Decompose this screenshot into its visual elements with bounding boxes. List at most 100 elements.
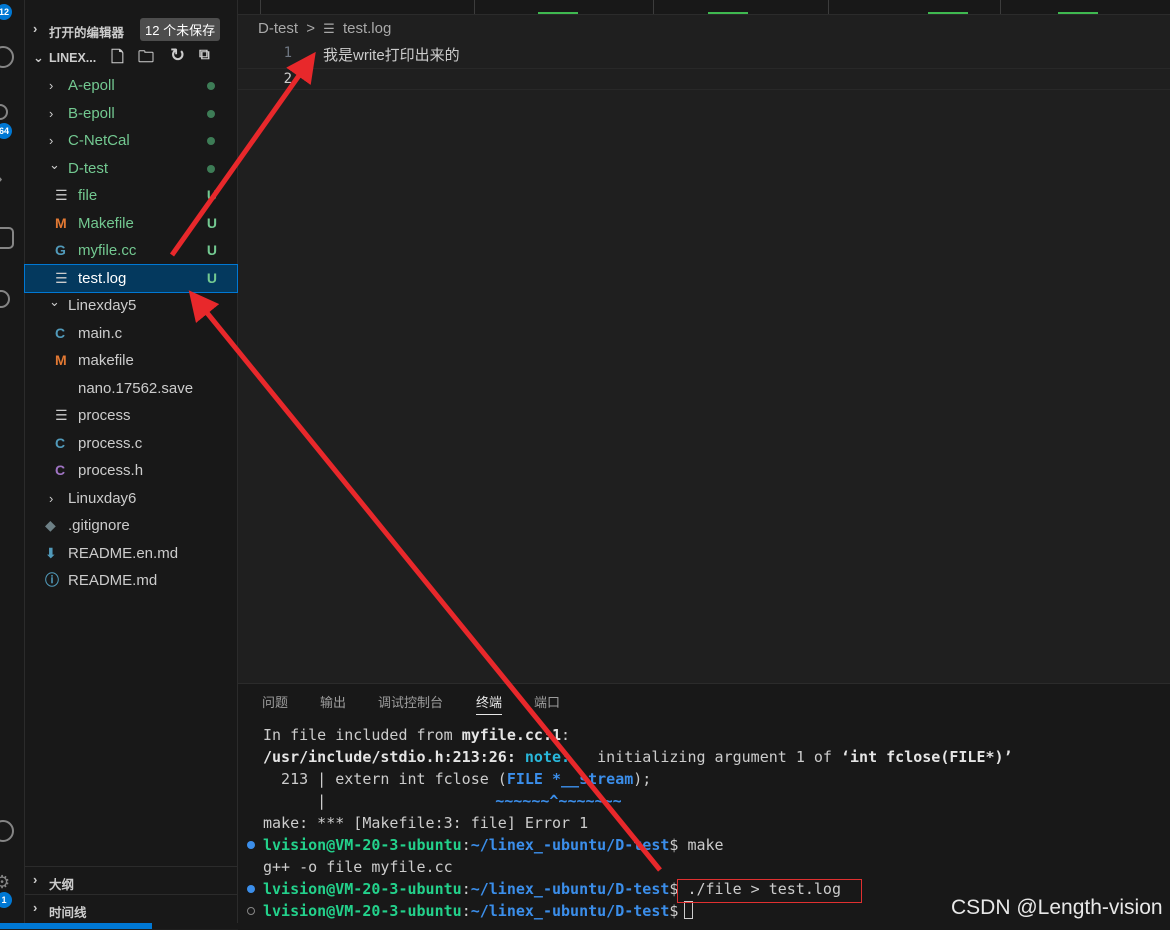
tree-item-label: nano.17562.save bbox=[78, 379, 194, 397]
tab-terminal[interactable]: 终端 bbox=[476, 692, 503, 715]
tree-file[interactable]: Cmain.c bbox=[25, 320, 237, 347]
tree-item-label: process bbox=[78, 407, 131, 424]
tree-file[interactable]: Mmakefile bbox=[25, 347, 237, 374]
explorer-sidebar: › 打开的编辑器 12 个未保存 ⌄ LINEX... 🗋 🗀 ↻ ⧉ › A-e… bbox=[24, 0, 238, 929]
makefile-icon: M bbox=[55, 214, 67, 231]
outline-header[interactable]: › 大纲 bbox=[25, 866, 237, 894]
tree-item-label: file bbox=[78, 187, 98, 204]
source-control-icon[interactable] bbox=[0, 104, 8, 120]
command-decoration-empty[interactable] bbox=[247, 907, 255, 915]
tree-item-label: B-epoll bbox=[68, 104, 115, 122]
timeline-label: 时间线 bbox=[49, 906, 87, 920]
remote-explorer-icon[interactable] bbox=[0, 227, 14, 249]
activity-bar: 12 64 › ⚙ 1 bbox=[0, 0, 25, 929]
collapse-all-icon[interactable]: ⧉ bbox=[199, 46, 210, 63]
editor-tab-strip bbox=[238, 0, 1170, 15]
makefile-icon: M bbox=[55, 352, 67, 368]
tab-ports[interactable]: 端口 bbox=[534, 692, 560, 711]
tree-item-label: .gitignore bbox=[68, 517, 130, 534]
c-file-icon: C bbox=[55, 434, 66, 451]
terminal-line: g++ -o file myfile.cc bbox=[263, 858, 453, 876]
search-icon[interactable] bbox=[0, 46, 14, 68]
chevron-right-icon: › bbox=[49, 490, 54, 506]
tree-folder[interactable]: ⌄ D-test bbox=[25, 155, 237, 182]
unsaved-count-badge: 12 个未保存 bbox=[140, 18, 221, 41]
tree-file[interactable]: Cprocess.h bbox=[25, 457, 237, 484]
tab-debug-console[interactable]: 调试控制台 bbox=[378, 692, 443, 711]
chevron-right-icon: › bbox=[49, 78, 54, 93]
chevron-down-icon: ⌄ bbox=[33, 50, 44, 65]
tree-item-label: myfile.cc bbox=[78, 242, 137, 259]
breadcrumb-folder[interactable]: D-test bbox=[258, 20, 298, 37]
modified-dot-icon bbox=[207, 82, 215, 90]
modified-dot-icon bbox=[207, 109, 215, 118]
source-control-badge: 64 bbox=[0, 123, 12, 139]
workspace-header[interactable]: ⌄ LINEX... 🗋 🗀 ↻ ⧉ bbox=[25, 44, 237, 71]
chevron-down-icon: ⌄ bbox=[49, 156, 60, 172]
tab-output[interactable]: 输出 bbox=[320, 692, 346, 711]
tree-item-label: process.c bbox=[78, 434, 143, 452]
tree-folder[interactable]: ⌄ Linexday5 bbox=[25, 292, 237, 319]
tree-item-label: main.c bbox=[78, 324, 123, 342]
tree-item-label: C-NetCal bbox=[68, 132, 130, 149]
code-line[interactable]: 我是write打印出来的 bbox=[323, 44, 460, 65]
new-file-icon[interactable]: 🗋 bbox=[111, 46, 124, 73]
new-folder-icon[interactable]: 🗀 bbox=[138, 46, 154, 73]
tree-file[interactable]: ⓘ README.md bbox=[25, 567, 237, 594]
tree-item-label: D-test bbox=[68, 159, 109, 177]
command-decoration-success[interactable] bbox=[247, 885, 255, 893]
git-status-badge: U bbox=[206, 214, 217, 231]
open-editors-header[interactable]: › 打开的编辑器 12 个未保存 bbox=[25, 16, 237, 43]
terminal-cursor bbox=[684, 901, 693, 919]
tree-folder[interactable]: › B-epoll bbox=[25, 100, 237, 127]
run-debug-icon[interactable]: › bbox=[0, 168, 3, 191]
tree-file[interactable]: nano.17562.save bbox=[25, 375, 237, 402]
chevron-right-icon: › bbox=[33, 21, 38, 36]
chevron-down-icon: ⌄ bbox=[49, 294, 60, 309]
git-icon: ◆ bbox=[45, 517, 56, 533]
command-decoration-success[interactable] bbox=[247, 841, 255, 849]
tree-file[interactable]: ☰ process bbox=[25, 402, 237, 429]
tree-folder[interactable]: › A-epoll bbox=[25, 72, 237, 99]
settings-badge: 1 bbox=[0, 892, 12, 908]
timeline-header[interactable]: › 时间线 bbox=[25, 894, 237, 922]
cpp-file-icon: G bbox=[55, 242, 66, 258]
watermark: CSDN @Length-vision bbox=[951, 896, 1163, 919]
tree-file[interactable]: ☰ file U bbox=[25, 182, 237, 209]
info-icon: ⓘ bbox=[45, 572, 59, 588]
tree-file[interactable]: ◆ .gitignore bbox=[25, 512, 237, 539]
tree-file[interactable]: ⬇ README.en.md bbox=[25, 540, 237, 567]
modified-dot-icon bbox=[207, 137, 215, 145]
terminal-line: | ~~~~~~^~~~~~~~ bbox=[263, 792, 622, 810]
editor-area[interactable] bbox=[238, 15, 1170, 683]
refresh-icon[interactable]: ↻ bbox=[170, 45, 185, 66]
text-file-icon: ☰ bbox=[55, 187, 68, 203]
settings-gear-icon[interactable]: ⚙ bbox=[0, 872, 10, 893]
terminal-prompt-line: lvision@VM-20-3-ubuntu:~/linex_-ubuntu/D… bbox=[263, 836, 724, 854]
tree-folder[interactable]: › Linuxday6 bbox=[25, 485, 237, 512]
status-bar bbox=[0, 923, 1170, 929]
current-line-highlight bbox=[238, 68, 1170, 90]
terminal-prompt-line: lvision@VM-20-3-ubuntu:~/linex_-ubuntu/D… bbox=[263, 902, 679, 920]
tree-file[interactable]: Cprocess.c bbox=[25, 430, 237, 457]
breadcrumb-file[interactable]: test.log bbox=[343, 20, 391, 37]
chevron-right-icon: › bbox=[33, 900, 38, 915]
git-status-badge: U bbox=[206, 242, 217, 258]
breadcrumb: D-test > ☰ test.log bbox=[258, 20, 391, 37]
tree-file[interactable]: Gmyfile.cc U bbox=[25, 237, 237, 264]
account-icon[interactable] bbox=[0, 820, 14, 842]
chevron-right-icon: › bbox=[49, 105, 54, 121]
outline-label: 大纲 bbox=[49, 878, 75, 892]
tree-item-label: A-epoll bbox=[68, 77, 115, 94]
extensions-icon[interactable] bbox=[0, 290, 10, 308]
tree-item-label: Makefile bbox=[78, 214, 134, 232]
line-number: 2 bbox=[283, 71, 292, 87]
remote-indicator[interactable] bbox=[0, 923, 152, 929]
tree-item-label: Linexday5 bbox=[68, 297, 137, 314]
git-status-badge: U bbox=[206, 187, 217, 203]
annotation-highlight-box bbox=[677, 879, 862, 903]
tree-file[interactable]: M Makefile U bbox=[25, 210, 237, 237]
tab-problems[interactable]: 问题 bbox=[262, 692, 288, 711]
git-status-badge: U bbox=[206, 269, 217, 286]
download-icon: ⬇ bbox=[45, 544, 57, 561]
